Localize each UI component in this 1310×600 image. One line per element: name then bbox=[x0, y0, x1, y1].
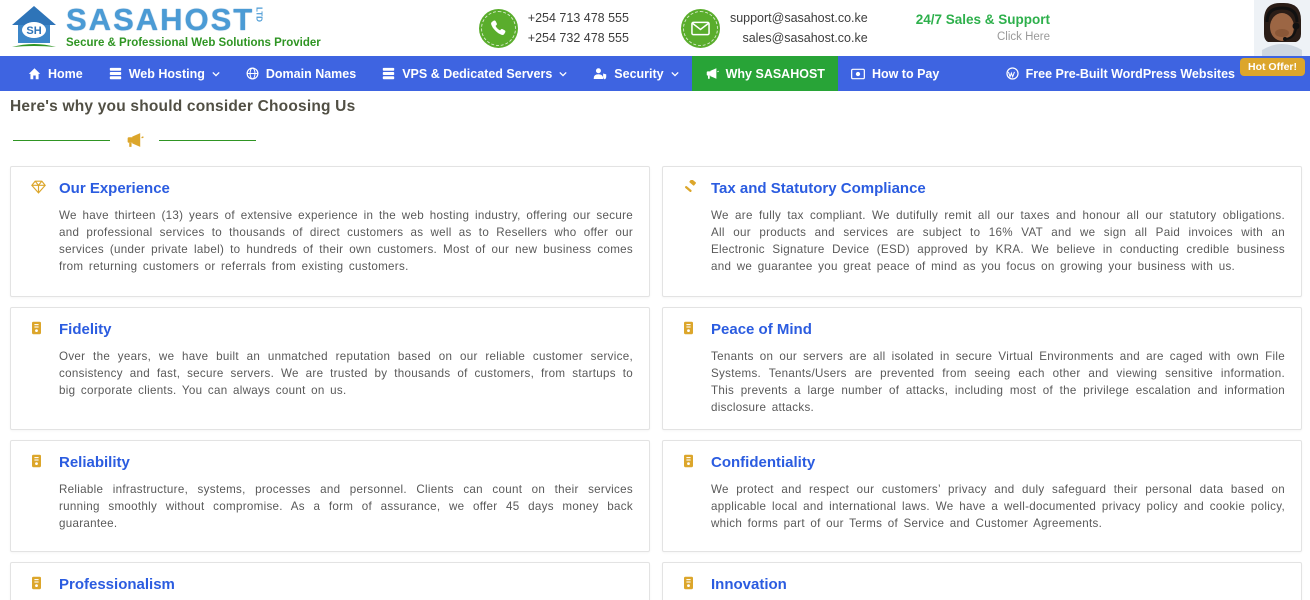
envelope-icon bbox=[680, 8, 720, 48]
award-icon bbox=[31, 576, 42, 595]
logo-text: SASAHOST LTD Secure & Professional Web S… bbox=[66, 2, 321, 49]
nav-label: Why SASAHOST bbox=[725, 66, 825, 81]
support-click-here-link[interactable]: Click Here bbox=[916, 29, 1050, 45]
award-icon bbox=[31, 454, 42, 473]
card-body: Over the years, we have built an unmatch… bbox=[59, 350, 633, 397]
server-icon bbox=[382, 67, 395, 80]
card-peace-of-mind: Peace of Mind Tenants on our servers are… bbox=[662, 307, 1302, 430]
phone-contact: +254 713 478 555 +254 732 478 555 bbox=[478, 8, 629, 48]
logo-ltd: LTD bbox=[254, 7, 264, 22]
card-confidentiality: Confidentiality We protect and respect o… bbox=[662, 440, 1302, 552]
card-body: We protect and respect our customers’ pr… bbox=[711, 483, 1285, 530]
divider-line bbox=[13, 139, 110, 141]
card-body: Reliable infrastructure, systems, proces… bbox=[59, 483, 633, 530]
page: SH SASAHOST LTD Secure & Professional We… bbox=[0, 0, 1310, 600]
megaphone-icon bbox=[705, 67, 719, 80]
nav-item-why-sasahost[interactable]: Why SASAHOST bbox=[691, 56, 838, 91]
award-icon bbox=[683, 454, 694, 473]
card-title: Innovation bbox=[711, 576, 787, 593]
nav-item-vps-dedicated-servers[interactable]: VPS & Dedicated Servers bbox=[369, 56, 580, 91]
card-body: We have thirteen (13) years of extensive… bbox=[59, 209, 633, 273]
support-agent-photo bbox=[1254, 0, 1310, 56]
divider-line bbox=[159, 139, 256, 141]
logo-tagline: Secure & Professional Web Solutions Prov… bbox=[66, 37, 321, 49]
gem-icon bbox=[31, 180, 46, 199]
home-icon bbox=[28, 67, 41, 80]
card-reliability: Reliability Reliable infrastructure, sys… bbox=[10, 440, 650, 552]
email-sales[interactable]: sales@sasahost.co.ke bbox=[730, 28, 867, 48]
award-icon bbox=[31, 321, 42, 340]
main-content: Here's why you should consider Choosing … bbox=[0, 91, 1310, 600]
nav-item-home[interactable]: Home bbox=[0, 56, 96, 91]
card-professionalism: Professionalism High work ethics, honest… bbox=[10, 562, 650, 600]
email-addresses: support@sasahost.co.ke sales@sasahost.co… bbox=[730, 8, 868, 48]
card-title: Professionalism bbox=[59, 576, 175, 593]
nav-label: Web Hosting bbox=[128, 66, 205, 81]
card-fidelity: Fidelity Over the years, we have built a… bbox=[10, 307, 650, 430]
phone-icon bbox=[478, 8, 518, 48]
benefit-cards-grid: Our Experience We have thirteen (13) yea… bbox=[10, 166, 1302, 600]
nav-label: Domain Names bbox=[265, 66, 357, 81]
top-header: SH SASAHOST LTD Secure & Professional We… bbox=[0, 0, 1310, 56]
card-our-experience: Our Experience We have thirteen (13) yea… bbox=[10, 166, 650, 297]
heading-divider bbox=[13, 132, 1302, 148]
nav-label: Home bbox=[48, 66, 83, 81]
card-title: Tax and Statutory Compliance bbox=[711, 180, 926, 197]
card-body: We are fully tax compliant. We dutifully… bbox=[711, 209, 1285, 273]
award-icon bbox=[683, 576, 694, 595]
logo-name: SASAHOST bbox=[66, 2, 255, 37]
svg-text:SH: SH bbox=[26, 25, 41, 37]
card-title: Fidelity bbox=[59, 321, 112, 338]
nav-label: VPS & Dedicated Servers bbox=[402, 66, 553, 81]
logo-house-icon: SH bbox=[12, 6, 56, 47]
phone-number-2[interactable]: +254 732 478 555 bbox=[528, 28, 629, 48]
main-nav: Home Web Hosting Domain Names VPS & Dedi… bbox=[0, 56, 1310, 91]
card-title: Reliability bbox=[59, 454, 130, 471]
card-innovation: Innovation Utilizing the latest knowledg… bbox=[662, 562, 1302, 600]
phone-numbers: +254 713 478 555 +254 732 478 555 bbox=[528, 8, 629, 48]
card-title: Confidentiality bbox=[711, 454, 816, 471]
nav-item-security[interactable]: Security bbox=[580, 56, 691, 91]
chevron-down-icon bbox=[559, 71, 567, 77]
nav-label: Security bbox=[614, 66, 664, 81]
email-support[interactable]: support@sasahost.co.ke bbox=[730, 8, 868, 28]
nav-label: How to Pay bbox=[871, 66, 940, 81]
nav-label: Free Pre-Built WordPress Websites bbox=[1025, 66, 1235, 81]
support-title: 24/7 Sales & Support bbox=[915, 12, 1050, 27]
hot-offer-badge[interactable]: Hot Offer! bbox=[1240, 58, 1305, 76]
phone-number-1[interactable]: +254 713 478 555 bbox=[528, 8, 629, 28]
page-title: Here's why you should consider Choosing … bbox=[10, 98, 356, 115]
chevron-down-icon bbox=[670, 71, 679, 77]
award-icon bbox=[683, 321, 694, 340]
nav-item-domain-names[interactable]: Domain Names bbox=[233, 56, 369, 91]
gavel-icon bbox=[683, 179, 698, 199]
wordpress-icon bbox=[1006, 67, 1019, 80]
globe-icon bbox=[246, 67, 259, 80]
card-title: Peace of Mind bbox=[711, 321, 812, 338]
nav-item-how-to-pay[interactable]: How to Pay bbox=[838, 56, 952, 91]
card-body: Tenants on our servers are all isolated … bbox=[711, 350, 1285, 414]
chevron-down-icon bbox=[212, 71, 220, 77]
logo[interactable]: SH SASAHOST LTD Secure & Professional We… bbox=[8, 2, 321, 51]
payment-icon bbox=[850, 68, 865, 80]
user-shield-icon bbox=[593, 67, 607, 80]
server-icon bbox=[109, 67, 122, 80]
support-block: 24/7 Sales & Support Click Here bbox=[916, 11, 1050, 45]
megaphone-icon bbox=[125, 132, 144, 148]
nav-item-free-wordpress-websites[interactable]: Free Pre-Built WordPress Websites bbox=[978, 67, 1248, 81]
card-tax-statutory-compliance: Tax and Statutory Compliance We are full… bbox=[662, 166, 1302, 297]
email-contact: support@sasahost.co.ke sales@sasahost.co… bbox=[680, 8, 868, 48]
card-title: Our Experience bbox=[59, 180, 170, 197]
nav-item-web-hosting[interactable]: Web Hosting bbox=[96, 56, 233, 91]
